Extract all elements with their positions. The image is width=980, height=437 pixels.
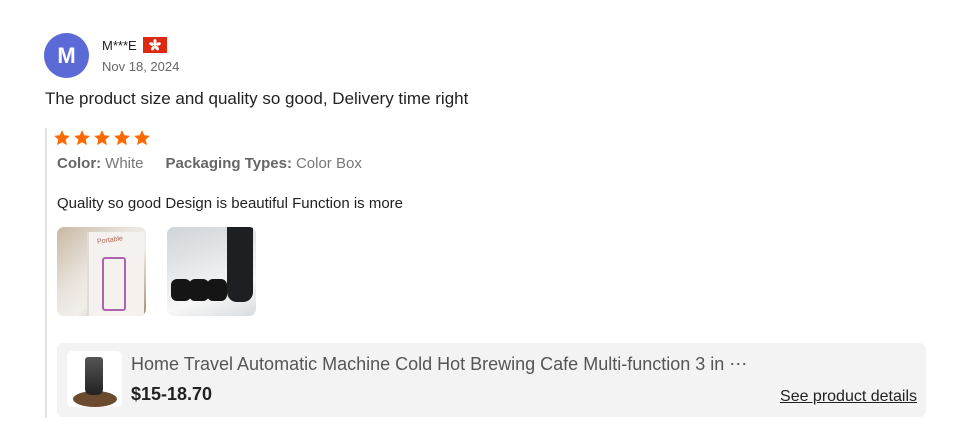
attribute-label: Color: (57, 155, 102, 172)
reviewer-name-row: M***E (102, 37, 167, 53)
review-divider (45, 128, 47, 418)
reviewer-name: M***E (102, 37, 137, 53)
star-icon (134, 130, 150, 146)
star-icon (114, 130, 130, 146)
photo-cup-shape (189, 279, 209, 301)
photo-box-outline (102, 257, 126, 311)
product-thumbnail[interactable] (67, 351, 122, 407)
see-product-details-link[interactable]: See product details (780, 388, 917, 406)
review-comment: Quality so good Design is beautiful Func… (57, 195, 404, 212)
thumb-machine (85, 357, 103, 395)
avatar: M (44, 33, 89, 78)
attribute-value: Color Box (295, 155, 362, 172)
hong-kong-flag-icon (142, 37, 167, 53)
review-headline: The product size and quality so good, De… (45, 89, 469, 108)
attribute-packaging: Packaging Types: Color Box (166, 155, 362, 172)
photo-cup-shape (207, 279, 227, 301)
attribute-label: Packaging Types: (165, 155, 292, 172)
photo-cup-shape (171, 279, 191, 301)
star-icon (54, 130, 70, 146)
star-icon (74, 130, 90, 146)
attribute-color: Color: White (57, 155, 144, 172)
product-name[interactable]: Home Travel Automatic Machine Cold Hot B… (131, 354, 771, 375)
star-icon (94, 130, 110, 146)
star-rating (53, 129, 151, 147)
product-price: $15-18.70 (131, 384, 213, 404)
attribute-value: White (105, 155, 144, 172)
review-attributes: Color: White Packaging Types: Color Box (57, 155, 362, 172)
product-card[interactable]: Home Travel Automatic Machine Cold Hot B… (57, 343, 926, 417)
review-date: Nov 18, 2024 (102, 59, 180, 74)
review-photo-bottle[interactable] (167, 227, 256, 316)
photo-bottle-shape (227, 227, 253, 302)
review-photo-box[interactable]: Portable (57, 227, 146, 316)
